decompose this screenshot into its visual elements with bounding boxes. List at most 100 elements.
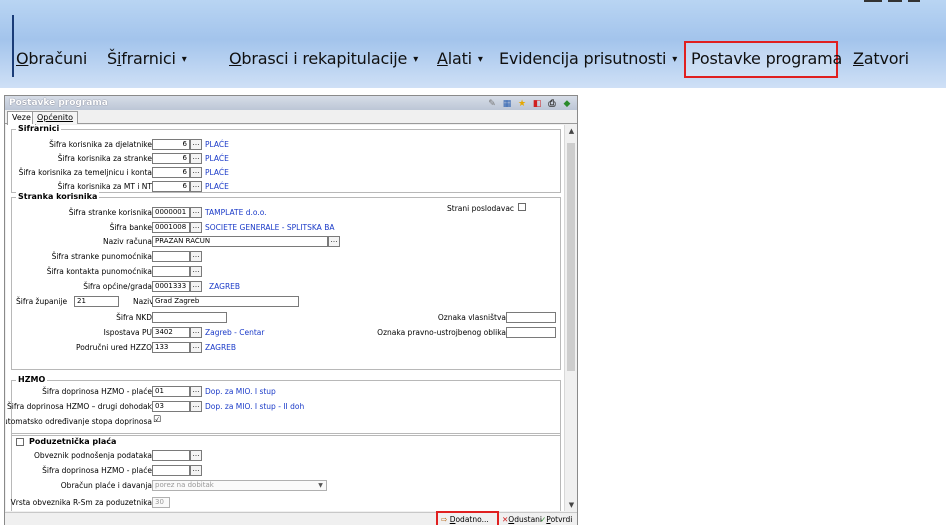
field-label: Šifra županije <box>16 297 68 306</box>
lookup-button[interactable]: … <box>190 281 202 292</box>
window-title-bar: Postavke programa ✎ ▦ ★ ◧ ⎙ ◆ <box>5 96 577 110</box>
korisnik-djelatnike-input[interactable]: 6 <box>152 139 190 150</box>
sifra-stranke-link[interactable]: TAMPLATE d.o.o. <box>205 208 267 217</box>
grid-icon[interactable]: ▦ <box>501 99 513 110</box>
chevron-down-icon: ▾ <box>181 54 187 65</box>
sifra-zupanije-input[interactable]: 21 <box>74 296 119 307</box>
strani-poslodavac-checkbox[interactable] <box>518 203 526 211</box>
sifra-banke-link[interactable]: SOCIETE GENERALE - SPLITSKA BA <box>205 223 334 232</box>
auto-stopa-checkbox[interactable]: ☑ <box>153 415 161 425</box>
podrucni-ured-link[interactable]: ZAGREB <box>205 343 236 352</box>
field-label: Obveznik podnošenja podataka <box>33 451 152 460</box>
lookup-button[interactable]: … <box>190 167 202 178</box>
sifra-nkd-input[interactable] <box>152 312 227 323</box>
korisnik-mt-nt-input[interactable]: 6 <box>152 181 190 192</box>
lookup-button[interactable]: … <box>328 236 340 247</box>
field-label: Automatsko određivanje stopa doprinosa <box>6 417 152 426</box>
sifra-kontakta-input[interactable] <box>152 266 190 277</box>
doprinos-drugi-input[interactable]: 03 <box>152 401 190 412</box>
lookup-button[interactable]: … <box>190 181 202 192</box>
lookup-button[interactable]: … <box>190 251 202 262</box>
sifrarnici-title: Šifrarnici <box>16 125 62 133</box>
lookup-button[interactable]: … <box>190 266 202 277</box>
lookup-button[interactable]: … <box>190 465 202 476</box>
obracun-select[interactable]: porez na dobitak <box>152 480 327 491</box>
sifra-punomocnika-input[interactable] <box>152 251 190 262</box>
doprinos-drugi-link[interactable]: Dop. za MIO. I stup - II doh <box>205 402 304 411</box>
korisnik-temeljnica-input[interactable]: 6 <box>152 167 190 178</box>
korisnik-mt-nt-link[interactable]: PLAĆE <box>205 182 229 191</box>
menu-sifrarnici[interactable]: Šifrarnici ▾ <box>107 49 187 68</box>
lookup-button[interactable]: … <box>190 401 202 412</box>
doprinos-placa-link[interactable]: Dop. za MIO. I stup <box>205 387 276 396</box>
poduzetnicka-checkbox[interactable] <box>16 438 24 446</box>
sifra-hzmo-placa-input[interactable] <box>152 465 190 476</box>
export-icon[interactable]: ◆ <box>561 99 573 110</box>
tab-strip: Veze Općenito <box>5 110 577 125</box>
lookup-button[interactable]: … <box>190 450 202 461</box>
ispostava-link[interactable]: Zagreb - Centar <box>205 328 265 337</box>
menu-postavke-programa[interactable]: Postavke programa <box>691 49 842 68</box>
sifra-opcine-link[interactable]: ZAGREB <box>209 282 240 291</box>
menu-evidencija-prisutnosti[interactable]: Evidencija prisutnosti ▾ <box>499 49 677 68</box>
naziv-zupanije-input[interactable]: Grad Zagreb <box>152 296 299 307</box>
field-label: Područni ured HZZO <box>75 343 152 352</box>
field-label: Šifra korisnika za MT i NT <box>57 182 152 191</box>
field-label: Šifra korisnika za stranke <box>57 154 152 163</box>
vrsta-obveznika-input[interactable]: 30 <box>152 497 170 508</box>
star-icon[interactable]: ★ <box>516 99 528 110</box>
lookup-button[interactable]: … <box>190 207 202 218</box>
menu-zatvori[interactable]: Zatvori <box>853 49 909 68</box>
vertical-scrollbar[interactable]: ▲ ▼ <box>564 125 577 511</box>
scroll-down-icon[interactable]: ▼ <box>565 499 578 511</box>
obveznik-input[interactable] <box>152 450 190 461</box>
sifra-stranke-input[interactable]: 0000001 <box>152 207 190 218</box>
tab-opcenito[interactable]: Općenito <box>32 111 79 124</box>
lookup-button[interactable]: … <box>190 139 202 150</box>
doprinos-placa-input[interactable]: 01 <box>152 386 190 397</box>
field-label: Šifra doprinosa HZMO - plaće <box>42 387 152 396</box>
lookup-button[interactable]: … <box>190 153 202 164</box>
poduzetnicka-title: Poduzetnička plaća <box>29 437 117 446</box>
print-icon[interactable]: ⎙ <box>546 99 558 110</box>
odustani-button[interactable]: ✕Odustani <box>502 514 542 525</box>
field-label: Šifra korisnika za djelatnike <box>49 140 152 149</box>
field-label: Šifra NKD <box>116 313 152 322</box>
korisnik-stranke-input[interactable]: 6 <box>152 153 190 164</box>
podrucni-ured-input[interactable]: 133 <box>152 342 190 353</box>
field-label: Vrsta obveznika R-Sm za poduzetnika <box>10 498 152 507</box>
chevron-down-icon[interactable]: ▼ <box>316 481 325 490</box>
oznaka-oblika-input[interactable] <box>506 327 556 338</box>
menu-obrasci-i-rekapitulacije[interactable]: Obrasci i rekapitulacije ▾ <box>229 49 418 68</box>
chevron-down-icon: ▾ <box>413 54 419 65</box>
ispostava-input[interactable]: 3402 <box>152 327 190 338</box>
button-bar: ⇨ Dodatno... ✕Odustani ✓Potvrdi <box>5 511 577 525</box>
menu-bar-edge <box>12 15 14 77</box>
lookup-button[interactable]: … <box>190 386 202 397</box>
menu-obracuni[interactable]: Obračuni <box>16 49 87 68</box>
oznaka-vlasnistva-input[interactable] <box>506 312 556 323</box>
sifra-opcine-input[interactable]: 0001333 <box>152 281 190 292</box>
edit-icon[interactable]: ✎ <box>486 99 498 110</box>
sifra-banke-input[interactable]: 0001008 <box>152 222 190 233</box>
pdf-icon[interactable]: ◧ <box>531 99 543 110</box>
field-label: Obračun plaće i davanja <box>60 481 152 490</box>
field-label: Šifra banke <box>109 223 152 232</box>
menu-alati[interactable]: Alati ▾ <box>437 49 483 68</box>
dodatno-button[interactable]: ⇨ Dodatno... <box>441 514 489 525</box>
potvrdi-button[interactable]: ✓Potvrdi <box>540 514 572 525</box>
field-label: Šifra općine/grada <box>83 282 152 291</box>
field-label: Šifra korisnika za temeljnicu i konta <box>18 168 152 177</box>
lookup-button[interactable]: … <box>190 222 202 233</box>
korisnik-djelatnike-link[interactable]: PLAĆE <box>205 140 229 149</box>
chevron-down-icon: ▾ <box>672 54 678 65</box>
naziv-racuna-input[interactable]: PRAZAN RAČUN <box>152 236 328 247</box>
scrollbar-thumb[interactable] <box>567 143 575 371</box>
lookup-button[interactable]: … <box>190 327 202 338</box>
window-controls-fragment <box>864 0 934 4</box>
korisnik-stranke-link[interactable]: PLAĆE <box>205 154 229 163</box>
scroll-up-icon[interactable]: ▲ <box>565 125 578 137</box>
korisnik-temeljnica-link[interactable]: PLAĆE <box>205 168 229 177</box>
lookup-button[interactable]: … <box>190 342 202 353</box>
chevron-down-icon: ▾ <box>477 54 483 65</box>
